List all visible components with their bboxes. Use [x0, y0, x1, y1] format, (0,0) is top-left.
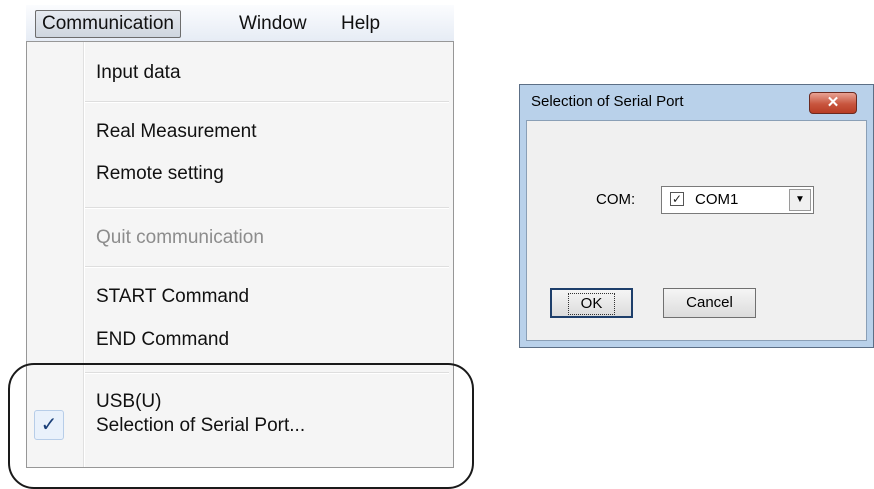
highlight-outline — [8, 363, 474, 489]
menu-separator — [85, 101, 449, 103]
menu-item-input-data[interactable]: Input data — [96, 59, 181, 87]
menu-separator — [85, 266, 449, 268]
ok-button-label: OK — [567, 293, 616, 315]
menu-item-quit-communication: Quit communication — [96, 227, 264, 248]
menu-separator — [85, 207, 449, 209]
serial-port-dialog: Selection of Serial Port ✕ COM: ✓ COM1 ▼… — [519, 84, 874, 348]
chevron-down-icon[interactable]: ▼ — [789, 189, 811, 211]
cancel-button[interactable]: Cancel — [663, 288, 756, 318]
menu-item-end-command[interactable]: END Command — [96, 326, 229, 354]
com-label: COM: — [596, 191, 636, 208]
menu-item-real-measurement[interactable]: Real Measurement — [96, 118, 257, 146]
com-port-select[interactable]: ✓ COM1 ▼ — [661, 186, 814, 214]
menu-window[interactable]: Window — [239, 10, 307, 37]
close-icon[interactable]: ✕ — [809, 92, 857, 114]
com-checkbox-icon: ✓ — [670, 192, 684, 206]
menu-bar: Communication Window Help — [26, 5, 454, 41]
menu-communication[interactable]: Communication — [35, 10, 181, 38]
dialog-body: COM: ✓ COM1 ▼ OK Cancel — [526, 120, 867, 341]
menu-item-remote-setting[interactable]: Remote setting — [96, 160, 224, 188]
dialog-title: Selection of Serial Port — [531, 93, 684, 110]
menu-item-start-command[interactable]: START Command — [96, 283, 249, 311]
menu-help[interactable]: Help — [341, 10, 380, 37]
com-port-value: COM1 — [695, 191, 739, 208]
ok-button[interactable]: OK — [550, 288, 633, 318]
